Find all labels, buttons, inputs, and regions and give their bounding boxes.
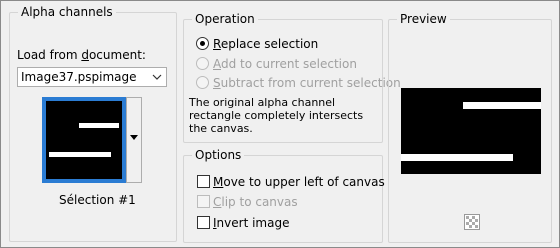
document-dropdown[interactable]: Image37.pspimage bbox=[17, 67, 167, 87]
chevron-down-icon bbox=[152, 74, 162, 80]
operation-title: Operation bbox=[192, 11, 258, 27]
alpha-channel-thumbnail[interactable] bbox=[42, 97, 126, 183]
dropdown-arrow-icon bbox=[130, 135, 138, 140]
preview-title: Preview bbox=[397, 11, 450, 27]
add-to-selection-label[interactable]: Add to current selection bbox=[213, 56, 357, 72]
add-to-selection-radio[interactable] bbox=[196, 57, 209, 70]
load-from-document-label: Load from document: bbox=[17, 48, 146, 62]
options-title: Options bbox=[192, 147, 245, 163]
move-to-upper-left-label[interactable]: Move to upper left of canvas bbox=[213, 174, 385, 190]
clip-to-canvas-label[interactable]: Clip to canvas bbox=[213, 194, 298, 210]
selection-name: Sélection #1 bbox=[59, 193, 136, 207]
alpha-channel-picker[interactable] bbox=[42, 97, 142, 183]
operation-description: The original alpha channel rectangle com… bbox=[189, 96, 364, 135]
alpha-channels-title: Alpha channels bbox=[18, 4, 116, 20]
checkered-navigate-icon[interactable] bbox=[464, 214, 480, 230]
move-to-upper-left-checkbox[interactable] bbox=[197, 175, 210, 188]
clip-to-canvas-checkbox[interactable] bbox=[197, 195, 210, 208]
invert-image-checkbox[interactable] bbox=[197, 216, 210, 229]
document-dropdown-value: Image37.pspimage bbox=[21, 70, 137, 84]
invert-image-label[interactable]: Invert image bbox=[213, 215, 289, 231]
subtract-from-selection-label[interactable]: Subtract from current selection bbox=[213, 75, 401, 91]
replace-selection-label[interactable]: Replace selection bbox=[213, 36, 318, 52]
subtract-from-selection-radio[interactable] bbox=[196, 76, 209, 89]
preview-image bbox=[401, 88, 541, 174]
replace-selection-radio[interactable] bbox=[196, 37, 209, 50]
thumbnail-dropdown-button[interactable] bbox=[126, 97, 142, 183]
dialog-body: Alpha channels Load from document: Image… bbox=[0, 0, 560, 248]
